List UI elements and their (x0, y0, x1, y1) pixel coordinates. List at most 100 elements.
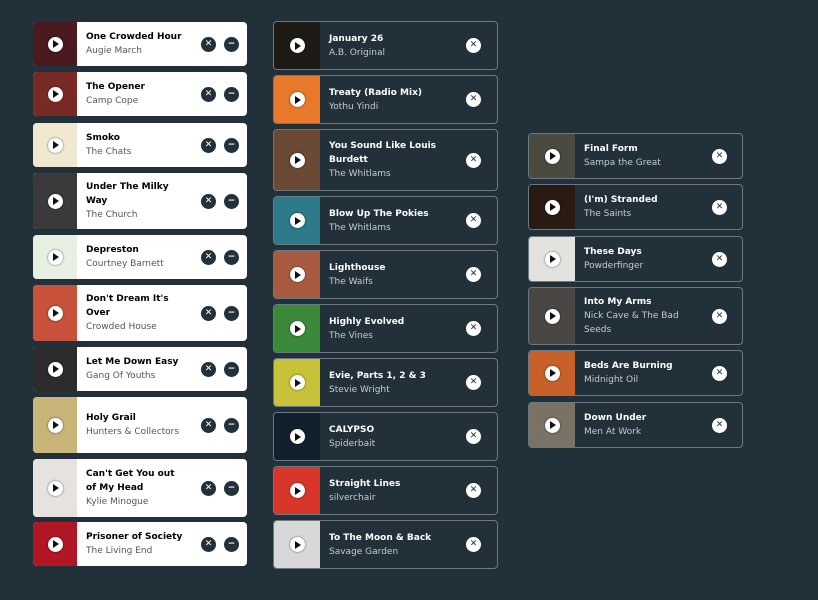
track-actions: ✕ − (193, 522, 247, 566)
minus-icon: − (227, 251, 236, 262)
track-title: Let Me Down Easy (86, 357, 179, 367)
play-icon[interactable] (544, 251, 560, 267)
track-title: Smoko (86, 133, 120, 143)
remove-track-button[interactable]: ✕ (201, 305, 216, 321)
remove-track-button[interactable]: ✕ (466, 429, 481, 444)
remove-track-button[interactable]: ✕ (466, 213, 481, 228)
play-icon[interactable] (289, 38, 305, 53)
remove-track-button[interactable]: ✕ (466, 92, 481, 107)
play-icon[interactable] (47, 480, 63, 496)
remove-track-button[interactable]: ✕ (201, 480, 216, 496)
album-art (274, 359, 320, 406)
remove-track-button[interactable]: ✕ (201, 249, 216, 265)
close-icon: ✕ (204, 538, 213, 549)
play-icon[interactable] (47, 361, 63, 377)
minus-track-button[interactable]: − (224, 193, 239, 209)
play-icon[interactable] (47, 193, 63, 209)
remove-track-button[interactable]: ✕ (466, 152, 481, 168)
minus-track-button[interactable]: − (224, 86, 239, 102)
minus-track-button[interactable]: − (224, 417, 239, 433)
play-icon[interactable] (544, 417, 560, 433)
remove-track-button[interactable]: ✕ (201, 193, 216, 209)
minus-track-button[interactable]: − (224, 137, 239, 153)
play-icon[interactable] (289, 321, 305, 336)
play-icon[interactable] (289, 483, 305, 498)
track-card: Treaty (Radio Mix) Yothu Yindi ✕ (273, 75, 498, 124)
album-art (33, 235, 77, 279)
track-artist: The Chats (86, 147, 132, 157)
track-artist: Sampa the Great (584, 158, 661, 168)
minus-track-button[interactable]: − (224, 36, 239, 52)
remove-track-button[interactable]: ✕ (712, 199, 727, 215)
minus-track-button[interactable]: − (224, 249, 239, 265)
remove-track-button[interactable]: ✕ (712, 251, 727, 267)
play-icon[interactable] (47, 536, 63, 552)
play-icon[interactable] (544, 199, 560, 215)
play-icon[interactable] (289, 152, 305, 168)
remove-track-button[interactable]: ✕ (201, 417, 216, 433)
play-icon[interactable] (289, 92, 305, 107)
remove-track-button[interactable]: ✕ (466, 38, 481, 53)
album-art (529, 185, 575, 229)
close-icon: ✕ (715, 201, 724, 212)
remove-track-button[interactable]: ✕ (466, 321, 481, 336)
track-artist: Men At Work (584, 427, 642, 437)
play-icon[interactable] (47, 137, 63, 153)
play-icon[interactable] (47, 86, 63, 102)
album-art (33, 72, 77, 116)
minus-icon: − (227, 482, 236, 493)
remove-track-button[interactable]: ✕ (466, 267, 481, 282)
close-icon: ✕ (715, 367, 724, 378)
play-icon[interactable] (289, 429, 305, 444)
remove-track-button[interactable]: ✕ (201, 86, 216, 102)
track-actions: ✕ (466, 130, 497, 190)
album-art (529, 237, 575, 281)
track-artist: Midnight Oil (584, 375, 639, 385)
play-icon[interactable] (47, 305, 63, 321)
close-icon: ✕ (469, 377, 478, 387)
track-title: Treaty (Radio Mix) (329, 87, 422, 98)
play-icon[interactable] (289, 267, 305, 282)
track-artist: Hunters & Collectors (86, 427, 180, 437)
track-title: Can't Get You out of My Head (86, 469, 175, 493)
track-title: Under The Milky Way (86, 182, 169, 206)
minus-track-button[interactable]: − (224, 305, 239, 321)
remove-track-button[interactable]: ✕ (712, 148, 727, 164)
track-artist: The Waifs (329, 276, 373, 287)
track-title: You Sound Like Louis Burdett (329, 141, 437, 165)
track-artist: The Vines (329, 330, 373, 341)
play-icon[interactable] (289, 213, 305, 228)
track-info: CALYPSO Spiderbait (320, 413, 466, 460)
play-icon[interactable] (47, 417, 63, 433)
minus-track-button[interactable]: − (224, 480, 239, 496)
track-title: These Days (584, 247, 642, 257)
remove-track-button[interactable]: ✕ (712, 417, 727, 433)
remove-track-button[interactable]: ✕ (201, 36, 216, 52)
track-title: Into My Arms (584, 297, 652, 307)
album-art (274, 130, 320, 190)
play-icon[interactable] (544, 148, 560, 164)
remove-track-button[interactable]: ✕ (466, 537, 481, 552)
track-actions: ✕ (712, 134, 742, 178)
track-artist: Courtney Barnett (86, 259, 164, 269)
remove-track-button[interactable]: ✕ (201, 137, 216, 153)
remove-track-button[interactable]: ✕ (712, 365, 727, 381)
minus-track-button[interactable]: − (224, 536, 239, 552)
remove-track-button[interactable]: ✕ (466, 483, 481, 498)
play-icon[interactable] (289, 375, 305, 390)
minus-icon: − (227, 419, 236, 430)
track-info: Into My Arms Nick Cave & The Bad Seeds (575, 288, 712, 344)
remove-track-button[interactable]: ✕ (201, 361, 216, 377)
play-icon[interactable] (544, 365, 560, 381)
remove-track-button[interactable]: ✕ (201, 536, 216, 552)
track-card: Evie, Parts 1, 2 & 3 Stevie Wright ✕ (273, 358, 498, 407)
play-icon[interactable] (544, 308, 560, 324)
album-art (33, 22, 77, 66)
track-info: Lighthouse The Waifs (320, 251, 466, 298)
play-icon[interactable] (47, 36, 63, 52)
remove-track-button[interactable]: ✕ (712, 308, 727, 324)
remove-track-button[interactable]: ✕ (466, 375, 481, 390)
play-icon[interactable] (47, 249, 63, 265)
minus-track-button[interactable]: − (224, 361, 239, 377)
play-icon[interactable] (289, 537, 305, 552)
